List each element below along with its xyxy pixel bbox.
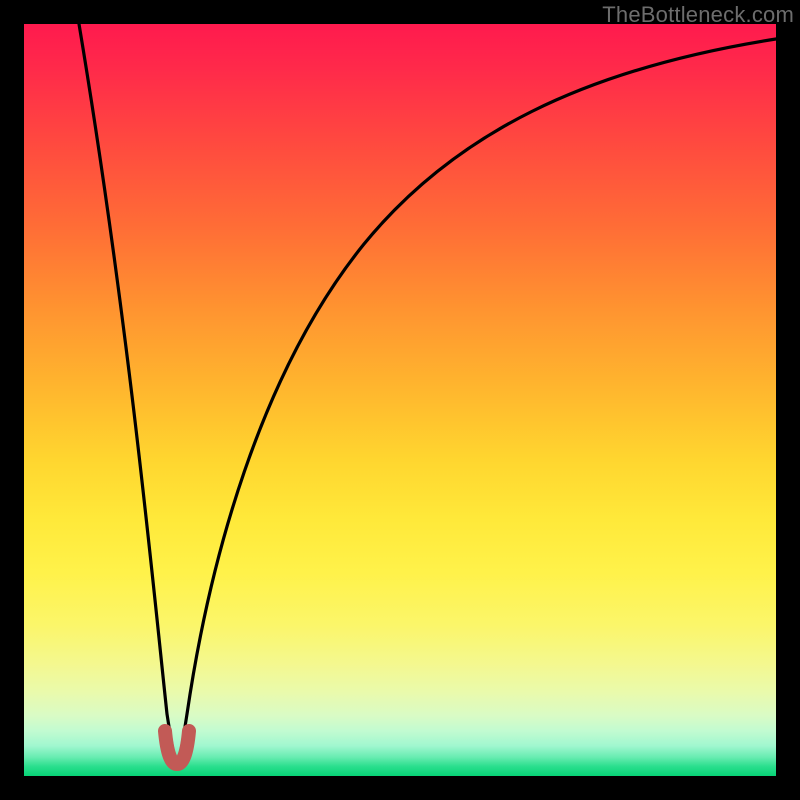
bottleneck-curve bbox=[24, 24, 776, 776]
curve-path bbox=[79, 24, 776, 764]
plot-area bbox=[24, 24, 776, 776]
watermark-text: TheBottleneck.com bbox=[602, 2, 794, 28]
chart-frame: TheBottleneck.com bbox=[0, 0, 800, 800]
optimal-point-marker bbox=[165, 731, 189, 764]
